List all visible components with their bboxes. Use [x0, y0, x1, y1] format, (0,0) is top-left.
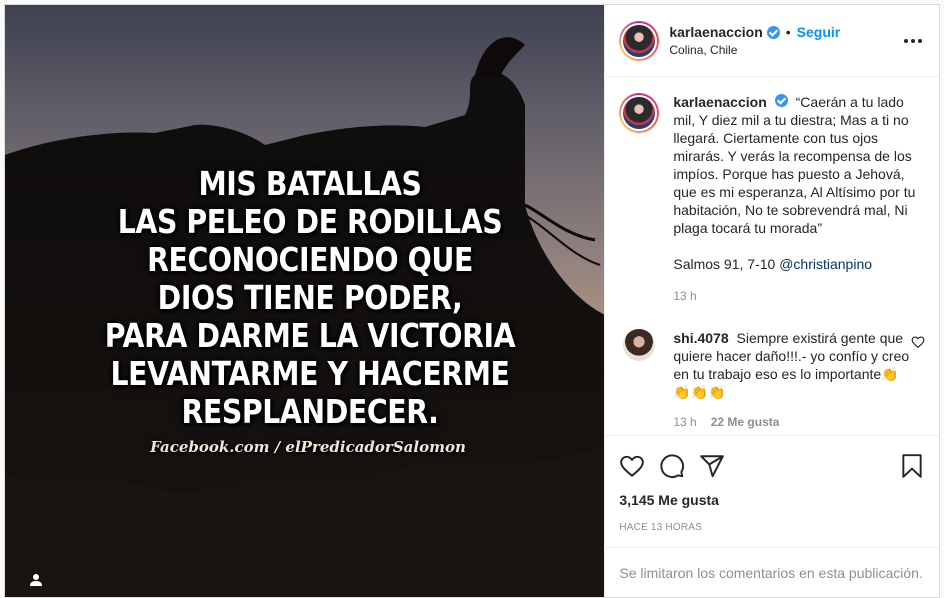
quote-line: LAS PELEO DE RODILLAS	[117, 202, 503, 241]
post-dialog: MIS BATALLAS LAS PELEO DE RODILLAS RECON…	[4, 4, 940, 598]
commenter-username[interactable]: shi.4078	[673, 330, 728, 346]
comment-item: shi.4078 Siempre existirá gente que quie…	[619, 329, 925, 431]
comment-time[interactable]: 13 h	[673, 413, 696, 431]
post-header: karlaenaccion • Seguir Colina, Chile	[605, 5, 939, 77]
post-side-panel: karlaenaccion • Seguir Colina, Chile kar…	[604, 5, 939, 597]
caption-avatar[interactable]	[619, 93, 660, 133]
post-timestamp[interactable]: HACE 13 HORAS	[619, 522, 925, 533]
author-avatar[interactable]	[619, 20, 660, 61]
quote-line: MIS BATALLAS	[198, 164, 422, 203]
post-location[interactable]: Colina, Chile	[669, 43, 901, 57]
comment-likes[interactable]: 22 Me gusta	[711, 413, 780, 431]
caption-mention-link[interactable]: @christianpino	[779, 256, 872, 272]
post-actions: 3,145 Me gusta HACE 13 HORAS	[605, 435, 939, 547]
quote-line: DIOS TIENE PODER,	[157, 278, 463, 317]
quote-text: MIS BATALLAS LAS PELEO DE RODILLAS RECON…	[99, 165, 520, 431]
share-icon[interactable]	[699, 453, 725, 479]
likes-count[interactable]: 3,145 Me gusta	[619, 492, 925, 508]
quote-line: LEVANTARME Y HACERME	[110, 354, 510, 393]
quote-line: PARA DARME LA VICTORIA	[104, 316, 516, 355]
heart-icon[interactable]	[619, 453, 645, 479]
commenter-avatar[interactable]	[623, 329, 656, 361]
post-image[interactable]: MIS BATALLAS LAS PELEO DE RODILLAS RECON…	[5, 5, 605, 597]
comments-list[interactable]: karlaenaccion “Caerán a tu lado mil, Y d…	[605, 77, 939, 435]
more-options-icon[interactable]	[901, 29, 925, 53]
bookmark-icon[interactable]	[899, 453, 925, 479]
caption-reference: Salmos 91, 7-10	[673, 256, 780, 272]
caption-text: “Caerán a tu lado mil, Y diez mil a tu d…	[673, 94, 920, 236]
comment-icon[interactable]	[659, 453, 685, 479]
like-comment-heart-icon[interactable]	[911, 335, 925, 349]
caption-comment: karlaenaccion “Caerán a tu lado mil, Y d…	[619, 93, 925, 305]
verified-badge-icon	[774, 94, 788, 107]
quote-line: RECONOCIENDO QUE	[147, 240, 473, 279]
author-username[interactable]: karlaenaccion	[669, 24, 762, 40]
caption-username[interactable]: karlaenaccion	[673, 94, 766, 110]
quote-line: RESPLANDECER.	[181, 392, 439, 431]
separator-dot: •	[785, 24, 791, 40]
comments-limited-notice: Se limitaron los comentarios en esta pub…	[605, 547, 939, 597]
follow-button[interactable]: Seguir	[797, 24, 841, 40]
user-tag-icon[interactable]	[22, 566, 50, 594]
verified-badge-icon	[766, 25, 780, 39]
caption-time[interactable]: 13 h	[673, 287, 696, 305]
image-watermark: Facebook.com / elPredicadorSalomon	[150, 438, 466, 456]
